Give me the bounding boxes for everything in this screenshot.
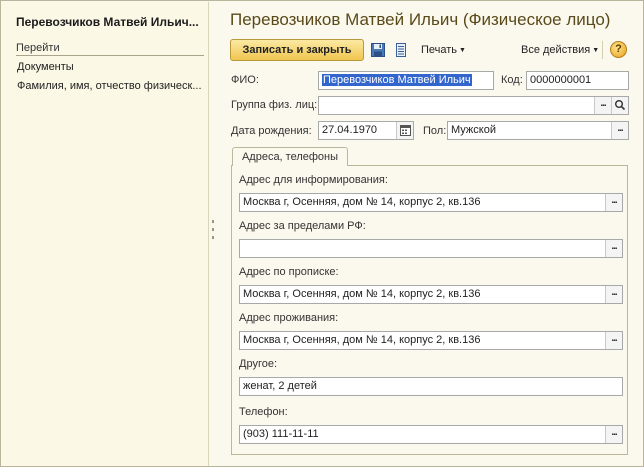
- registration-address-label: Адрес по прописке:: [239, 266, 339, 278]
- group-field[interactable]: ...: [318, 96, 629, 115]
- abroad-address-field[interactable]: ...: [239, 239, 623, 258]
- registration-address-value: Москва г, Осенняя, дом № 14, корпус 2, к…: [243, 288, 481, 300]
- all-actions-menu-button[interactable]: Все действия ▼: [521, 44, 599, 56]
- save-and-close-button[interactable]: Записать и закрыть: [230, 39, 364, 61]
- form-window: Перевозчиков Матвей Ильич... Перейти Док…: [0, 0, 644, 467]
- other-label: Другое:: [239, 358, 278, 370]
- navigation-panel: Перевозчиков Матвей Ильич... Перейти Док…: [2, 2, 209, 466]
- nav-item-fio-history[interactable]: Фамилия, имя, отчество физическ...: [17, 80, 207, 92]
- abroad-address-select-button[interactable]: ...: [605, 240, 622, 257]
- save-icon[interactable]: [370, 42, 386, 58]
- registration-address-select-button[interactable]: ...: [605, 286, 622, 303]
- search-icon[interactable]: [611, 97, 628, 114]
- toolbar-divider: [602, 41, 603, 59]
- gender-label: Пол:: [423, 125, 447, 137]
- residence-address-value: Москва г, Осенняя, дом № 14, корпус 2, к…: [243, 334, 481, 346]
- residence-address-select-button[interactable]: ...: [605, 332, 622, 349]
- info-address-value: Москва г, Осенняя, дом № 14, корпус 2, к…: [243, 196, 481, 208]
- print-menu-button[interactable]: Печать ▼: [421, 44, 466, 56]
- info-address-label: Адрес для информирования:: [239, 174, 388, 186]
- all-actions-label: Все действия: [521, 44, 591, 56]
- group-select-button[interactable]: ...: [594, 97, 611, 114]
- residence-address-field[interactable]: Москва г, Осенняя, дом № 14, корпус 2, к…: [239, 331, 623, 350]
- fio-value: Перевозчиков Матвей Ильич: [322, 74, 472, 86]
- toolbar: Записать и закрыть Печать ▼ Все действия ▼…: [230, 39, 630, 63]
- birth-date-value: 27.04.1970: [322, 124, 378, 136]
- fio-field[interactable]: Перевозчиков Матвей Ильич: [318, 71, 494, 90]
- phone-select-button[interactable]: ...: [605, 426, 622, 443]
- gender-field[interactable]: Мужской ...: [447, 121, 629, 140]
- other-field[interactable]: женат, 2 детей: [239, 377, 623, 396]
- residence-address-label: Адрес проживания:: [239, 312, 339, 324]
- group-label: Группа физ. лиц:: [231, 99, 318, 111]
- help-icon[interactable]: ?: [610, 41, 627, 58]
- chevron-down-icon: ▼: [459, 47, 466, 54]
- abroad-address-label: Адрес за пределами РФ:: [239, 220, 366, 232]
- nav-section-goto: Перейти: [16, 42, 204, 56]
- birth-date-label: Дата рождения:: [231, 125, 312, 137]
- phone-field[interactable]: (903) 111-11-11 ...: [239, 425, 623, 444]
- panel-splitter-handle[interactable]: [211, 220, 215, 246]
- phone-value: (903) 111-11-11: [243, 428, 319, 440]
- birth-date-field[interactable]: 27.04.1970: [318, 121, 414, 140]
- code-label: Код:: [501, 74, 523, 86]
- page-title: Перевозчиков Матвей Ильич (Физическое ли…: [230, 10, 611, 29]
- nav-item-documents[interactable]: Документы: [17, 61, 207, 73]
- fio-label: ФИО:: [231, 74, 259, 86]
- gender-value: Мужской: [451, 124, 496, 136]
- print-label: Печать: [421, 44, 458, 56]
- code-field[interactable]: 0000000001: [526, 71, 629, 90]
- info-address-select-button[interactable]: ...: [605, 194, 622, 211]
- registration-address-field[interactable]: Москва г, Осенняя, дом № 14, корпус 2, к…: [239, 285, 623, 304]
- tab-addresses-phones[interactable]: Адреса, телефоны: [232, 147, 348, 166]
- document-list-icon[interactable]: [393, 42, 409, 58]
- gender-select-button[interactable]: ...: [611, 122, 628, 139]
- calendar-icon[interactable]: [396, 122, 413, 139]
- nav-title: Перевозчиков Матвей Ильич...: [16, 15, 199, 29]
- chevron-down-icon: ▼: [592, 47, 600, 54]
- info-address-field[interactable]: Москва г, Осенняя, дом № 14, корпус 2, к…: [239, 193, 623, 212]
- phone-label: Телефон:: [239, 406, 288, 418]
